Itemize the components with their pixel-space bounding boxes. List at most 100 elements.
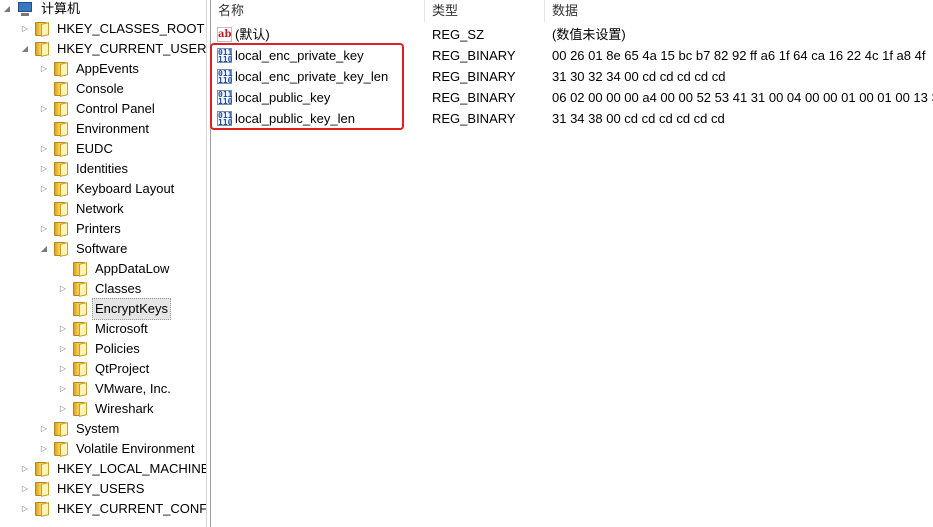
tree-node[interactable]: ▷ AppEvents [39, 59, 142, 79]
no-expander [39, 79, 49, 99]
expand-arrow-icon[interactable]: ▷ [39, 439, 49, 459]
value-type: REG_BINARY [432, 90, 516, 105]
expand-arrow-icon[interactable]: ▷ [20, 499, 30, 519]
tree-node[interactable]: AppDataLow [58, 259, 172, 279]
tree-node-label: EUDC [76, 141, 113, 156]
value-data: 31 34 38 00 cd cd cd cd cd cd [552, 111, 725, 126]
folder-icon [53, 122, 69, 136]
tree-node-label: AppEvents [76, 61, 139, 76]
tree-node-label: HKEY_USERS [57, 481, 145, 496]
expand-arrow-icon[interactable]: ▷ [39, 159, 49, 179]
folder-icon [53, 222, 69, 236]
tree-node[interactable]: EncryptKeys [58, 298, 171, 320]
expand-arrow-icon[interactable]: ▷ [20, 459, 30, 479]
expand-arrow-icon[interactable]: ▷ [39, 139, 49, 159]
tree-node-label: Classes [95, 281, 142, 296]
value-data: 31 30 32 34 00 cd cd cd cd cd [552, 69, 726, 84]
folder-icon [72, 342, 88, 356]
tree-node[interactable]: ▷ Identities [39, 159, 131, 179]
value-name: local_enc_private_key [235, 48, 364, 63]
expand-arrow-icon[interactable]: ▷ [58, 379, 68, 399]
value-name: local_public_key_len [235, 111, 355, 126]
tree-node-label: QtProject [95, 361, 150, 376]
expand-arrow-icon[interactable]: ▷ [58, 359, 68, 379]
tree-node[interactable]: ▷ HKEY_CLASSES_ROOT [20, 19, 206, 39]
tree-node[interactable]: ▷ Policies [58, 339, 143, 359]
tree-node[interactable]: ▷ HKEY_USERS [20, 479, 147, 499]
column-header-name[interactable]: 名称 [211, 0, 425, 22]
tree-node[interactable]: ▷ QtProject [58, 359, 152, 379]
tree-node-label: Keyboard Layout [76, 181, 175, 196]
value-data: 00 26 01 8e 65 4a 15 bc b7 82 92 ff a6 1… [552, 48, 926, 63]
no-expander [58, 299, 68, 319]
registry-tree[interactable]: ◢ 计算机 ▷ HKEY_CLASSES_ROOT ◢ HKEY_CURRENT_US… [0, 0, 206, 527]
value-row[interactable]: ab (默认) REG_SZ (数值未设置) [211, 24, 933, 45]
tree-node[interactable]: ▷ HKEY_LOCAL_MACHINE [20, 459, 206, 479]
collapse-arrow-icon[interactable]: ◢ [39, 239, 49, 259]
value-row[interactable]: 011 110 local_enc_private_key REG_BINARY 00 … [211, 45, 933, 66]
folder-icon [53, 242, 69, 256]
expand-arrow-icon[interactable]: ▷ [58, 319, 68, 339]
expand-arrow-icon[interactable]: ▷ [39, 99, 49, 119]
tree-node[interactable]: ◢ Software [39, 239, 130, 259]
tree-node[interactable]: ▷ HKEY_CURRENT_CONFIG [20, 499, 206, 519]
expand-arrow-icon[interactable]: ▷ [39, 179, 49, 199]
value-row[interactable]: 011 110 local_enc_private_key_len REG_BINAR… [211, 66, 933, 87]
tree-node[interactable]: ◢ HKEY_CURRENT_USER [20, 39, 206, 59]
tree-node-label: HKEY_CURRENT_CONFIG [57, 501, 206, 516]
expand-arrow-icon[interactable]: ▷ [39, 219, 49, 239]
value-type: REG_BINARY [432, 111, 516, 126]
tree-node-label: EncryptKeys [92, 298, 171, 320]
folder-icon [72, 402, 88, 416]
collapse-arrow-icon[interactable]: ◢ [20, 39, 30, 59]
value-row[interactable]: 011 110 local_public_key_len REG_BINARY 31 3… [211, 108, 933, 129]
folder-icon [34, 22, 50, 36]
tree-root[interactable]: ◢ 计算机 [2, 0, 83, 19]
tree-node-label: Volatile Environment [76, 441, 195, 456]
no-expander [58, 259, 68, 279]
expand-arrow-icon[interactable]: ▷ [58, 399, 68, 419]
tree-node[interactable]: Console [39, 79, 127, 99]
value-type: REG_BINARY [432, 48, 516, 63]
list-header: 名称 类型 数据 [211, 0, 933, 22]
tree-node[interactable]: ▷ VMware, Inc. [58, 379, 174, 399]
tree-node-label: System [76, 421, 120, 436]
tree-node[interactable]: ▷ System [39, 419, 122, 439]
tree-node-label: Microsoft [95, 321, 148, 336]
expand-arrow-icon[interactable]: ▷ [20, 19, 30, 39]
tree-root-label: 计算机 [41, 1, 81, 16]
binary-value-icon: 011 110 [217, 48, 233, 64]
tree-node-label: Console [76, 81, 124, 96]
tree-node[interactable]: ▷ EUDC [39, 139, 116, 159]
value-row[interactable]: 011 110 local_public_key REG_BINARY 06 02 00… [211, 87, 933, 108]
tree-node-label: HKEY_LOCAL_MACHINE [57, 461, 206, 476]
no-expander [39, 119, 49, 139]
string-value-icon: ab [217, 27, 232, 42]
tree-node[interactable]: ▷ Volatile Environment [39, 439, 198, 459]
folder-icon [72, 282, 88, 296]
folder-icon [72, 322, 88, 336]
value-type: REG_SZ [432, 27, 485, 42]
column-header-type[interactable]: 类型 [425, 0, 545, 22]
expand-arrow-icon[interactable]: ▷ [58, 279, 68, 299]
expand-arrow-icon[interactable]: ▷ [39, 59, 49, 79]
tree-node[interactable]: ▷ Keyboard Layout [39, 179, 177, 199]
tree-node[interactable]: Network [39, 199, 127, 219]
collapse-arrow-icon[interactable]: ◢ [2, 0, 12, 19]
folder-icon [53, 82, 69, 96]
tree-node-label: Network [76, 201, 124, 216]
tree-node[interactable]: ▷ Control Panel [39, 99, 158, 119]
folder-icon [34, 502, 50, 516]
tree-node[interactable]: ▷ Microsoft [58, 319, 151, 339]
tree-node[interactable]: Environment [39, 119, 152, 139]
expand-arrow-icon[interactable]: ▷ [20, 479, 30, 499]
binary-value-icon: 011 110 [217, 90, 233, 106]
tree-node[interactable]: ▷ Printers [39, 219, 124, 239]
expand-arrow-icon[interactable]: ▷ [39, 419, 49, 439]
values-list[interactable]: 名称 类型 数据 ab (默认) REG_SZ (数值未设置) 011 110 local_… [211, 0, 933, 527]
tree-node[interactable]: ▷ Wireshark [58, 399, 157, 419]
tree-node[interactable]: ▷ Classes [58, 279, 144, 299]
column-header-data[interactable]: 数据 [545, 0, 933, 22]
tree-node-label: Environment [76, 121, 149, 136]
expand-arrow-icon[interactable]: ▷ [58, 339, 68, 359]
